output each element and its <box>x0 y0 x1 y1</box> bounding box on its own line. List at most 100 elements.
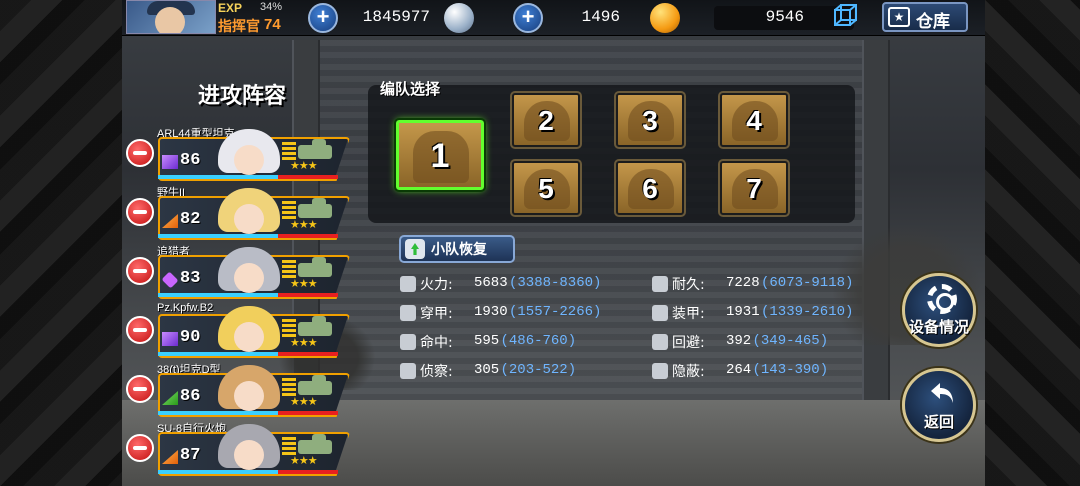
unit-hp-bar <box>158 175 278 179</box>
stat-label: 装甲: <box>672 306 705 322</box>
penetration-icon <box>400 305 416 321</box>
unit-level: 86 <box>180 387 201 406</box>
formation-slot-number: 3 <box>642 105 658 136</box>
tank-type-icon <box>298 375 332 395</box>
stat-label: 侦察: <box>420 364 453 380</box>
stat-value: 595 <box>474 333 500 349</box>
lineup-unit[interactable]: Pz.Kpfw.B2 90 ★★★ <box>122 302 352 358</box>
remove-unit-icon[interactable] <box>126 316 154 344</box>
commander-avatar[interactable] <box>126 0 216 34</box>
restore-icon <box>405 239 425 259</box>
unit-stars: ★★★ <box>290 454 318 467</box>
unit-hp-bar-red <box>278 293 338 297</box>
unit-hp-bar-red <box>278 234 338 238</box>
exp-label: EXP <box>218 1 243 15</box>
remove-unit-icon[interactable] <box>126 375 154 403</box>
formation-slot-number: 6 <box>642 173 658 204</box>
stat-range: (143-390) <box>752 362 829 378</box>
lineup-unit[interactable]: 追猎者 83 ★★★ <box>122 243 352 299</box>
formation-slot-number: 1 <box>430 137 450 175</box>
formation-slot[interactable]: 4 <box>718 91 790 149</box>
exp-percent: 34% <box>260 1 283 13</box>
stat-label: 火力: <box>420 277 453 293</box>
formation-slot-number: 5 <box>538 173 554 204</box>
lineup-unit[interactable]: 野牛II 82 ★★★ <box>122 184 352 240</box>
unit-hp-bar-red <box>278 411 338 415</box>
unit-portrait <box>218 247 280 299</box>
formation-slot[interactable]: 5 <box>510 159 582 217</box>
unit-level: 90 <box>180 328 201 347</box>
unit-level: 87 <box>180 446 201 465</box>
unit-hp-bar <box>158 234 278 238</box>
remove-unit-icon[interactable] <box>126 139 154 167</box>
squad-restore-label: 小队恢复 <box>431 242 487 258</box>
unit-level: 86 <box>180 151 201 170</box>
unit-stars: ★★★ <box>290 277 318 290</box>
stat-value: 5683 <box>474 275 508 291</box>
formation-slot[interactable]: 6 <box>614 159 686 217</box>
silver-amount: 1845977 <box>362 8 430 26</box>
formation-slot[interactable]: 7 <box>718 159 790 217</box>
warehouse-button[interactable]: ★ 仓库 <box>882 2 968 32</box>
unit-hp-bar <box>158 352 278 356</box>
unit-hp-bar <box>158 470 278 474</box>
tank-type-icon <box>298 316 332 336</box>
stat-label: 耐久: <box>672 277 705 293</box>
back-arrow-icon <box>931 383 953 403</box>
lineup-unit[interactable]: SU-8自行火炮 87 ★★★ <box>122 420 352 476</box>
formation-slot[interactable]: 1 <box>394 118 486 192</box>
unit-hp-bar-red <box>278 175 338 179</box>
stat-value: 1931 <box>726 304 760 320</box>
lineup-unit[interactable]: 38(t)坦克D型 86 ★★★ <box>122 361 352 417</box>
warehouse-icon: ★ <box>888 7 910 27</box>
tank-type-icon <box>298 434 332 454</box>
stat-value: 392 <box>726 333 752 349</box>
equipment-status-label: 设备情况 <box>908 318 969 336</box>
add-silver-plus-icon[interactable]: + <box>308 3 338 33</box>
formation-slot-number: 4 <box>746 105 762 136</box>
unit-stars: ★★★ <box>290 395 318 408</box>
tank-type-icon <box>298 257 332 277</box>
unit-portrait <box>218 129 280 181</box>
right-bezel <box>985 0 1080 486</box>
stat-range: (1339-2610) <box>761 304 854 320</box>
stealth-icon <box>652 363 668 379</box>
left-bezel <box>0 0 122 486</box>
back-button[interactable]: 返回 <box>902 368 976 442</box>
remove-unit-icon[interactable] <box>126 434 154 462</box>
unit-name: Pz.Kpfw.B2 <box>157 302 214 314</box>
level-rarity-icon <box>162 155 178 169</box>
armor-icon <box>652 305 668 321</box>
formation-slot[interactable]: 3 <box>614 91 686 149</box>
lineup-unit[interactable]: ARL44重型坦克 86 ★★★ <box>122 125 352 181</box>
squad-restore-button[interactable]: 小队恢复 <box>399 235 515 263</box>
level-rarity-icon <box>162 332 178 346</box>
formation-slot[interactable]: 2 <box>510 91 582 149</box>
rank-level: 74 <box>264 16 281 33</box>
accuracy-icon <box>400 334 416 350</box>
durability-icon <box>652 276 668 292</box>
stat-range: (486-760) <box>500 333 577 349</box>
stat-range: (349-465) <box>752 333 829 349</box>
unit-hp-bar <box>158 411 278 415</box>
unit-stars: ★★★ <box>290 218 318 231</box>
stat-label: 回避: <box>672 335 705 351</box>
cube-icon <box>834 4 857 26</box>
stat-value: 7228 <box>726 275 760 291</box>
remove-unit-icon[interactable] <box>126 257 154 285</box>
lineup-title: 进攻阵容 <box>198 84 287 109</box>
gold-amount: 1496 <box>581 8 620 26</box>
rank-label: 指挥官 <box>218 19 260 35</box>
remove-unit-icon[interactable] <box>126 198 154 226</box>
formation-title: 编队选择 <box>380 80 441 98</box>
stat-label: 隐蔽: <box>672 364 705 380</box>
equipment-status-button[interactable]: 设备情况 <box>902 273 976 347</box>
unit-hp-bar-red <box>278 470 338 474</box>
unit-portrait <box>218 365 280 417</box>
recon-icon <box>400 363 416 379</box>
evasion-icon <box>652 334 668 350</box>
add-gold-plus-icon[interactable]: + <box>513 3 543 33</box>
stat-range: (6073-9118) <box>761 275 854 291</box>
stat-value: 264 <box>726 362 752 378</box>
stat-range: (1557-2266) <box>509 304 602 320</box>
